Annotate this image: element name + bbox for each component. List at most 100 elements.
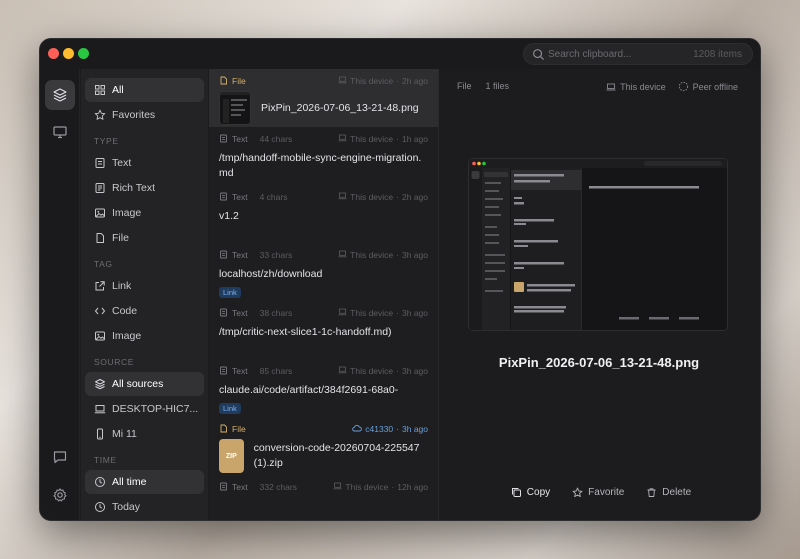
layers-icon [94, 378, 106, 390]
sidebar-item-label: Mi 11 [112, 428, 137, 440]
code-icon [94, 305, 106, 317]
minimize-window-button[interactable] [63, 48, 74, 59]
item-kind: File [219, 76, 246, 87]
detail-kind: File [457, 81, 472, 91]
list-item[interactable]: Text 38 chars This device · 3h ago/tmp/criti… [209, 301, 438, 359]
sidebar-item-all-time[interactable]: All time [85, 470, 204, 494]
item-kind-label: Text [232, 192, 248, 202]
item-meta: Text 85 chars This device · 3h ago [219, 365, 428, 377]
detail-pane: File 1 files This device Peer offline Pi… [440, 69, 760, 520]
file-icon [94, 232, 106, 244]
sidebar-item-all[interactable]: All [85, 78, 204, 102]
item-kind-label: File [232, 424, 246, 434]
laptop-icon [606, 83, 616, 90]
item-dot: · [396, 192, 399, 202]
item-length: 33 chars [259, 250, 293, 260]
item-kind-label: Text [232, 482, 248, 492]
detail-status: This device Peer offline [606, 81, 738, 92]
search-icon [533, 49, 545, 61]
phone-icon [94, 428, 106, 440]
image-thumbnail [219, 91, 251, 125]
sidebar-item-file[interactable]: File [85, 226, 204, 250]
item-text: v1.2 [219, 210, 239, 222]
item-kind-label: File [232, 76, 246, 86]
close-window-button[interactable] [48, 48, 59, 59]
item-source-label: This device [350, 308, 394, 318]
rail-chat-button[interactable] [45, 442, 75, 472]
text-doc-icon [219, 134, 228, 145]
detail-count: 1 files [485, 81, 510, 91]
rail-devices-button[interactable] [45, 117, 75, 147]
sidebar-item-label: All [112, 84, 124, 96]
sidebar-item-desktop-hic7[interactable]: DESKTOP-HIC7... [85, 397, 204, 421]
favorite-button[interactable]: Favorite [572, 487, 624, 498]
item-source: This device · 3h ago [338, 366, 428, 376]
item-time: 2h ago [402, 76, 428, 86]
search-field[interactable]: Search clipboard... 1208 items [523, 43, 753, 65]
sidebar-item-code[interactable]: Code [85, 299, 204, 323]
list-item[interactable]: Text 332 chars This device · 12h ago [209, 475, 438, 520]
sidebar-item-label: Favorites [112, 109, 156, 121]
sidebar-item-image[interactable]: Image [85, 201, 204, 225]
text-doc-icon [219, 482, 228, 493]
rail-settings-button[interactable] [45, 480, 75, 510]
item-source: This device · 12h ago [333, 482, 428, 492]
sidebar-item-link[interactable]: Link [85, 274, 204, 298]
text-doc-icon [94, 157, 106, 169]
peer-offline-icon [678, 81, 688, 92]
sidebar-item-all-sources[interactable]: All sources [85, 372, 204, 396]
detail-actions: Copy Favorite Delete [440, 487, 760, 498]
cloud-icon [352, 424, 363, 434]
item-source: This device · 1h ago [338, 134, 428, 144]
list-item[interactable]: Text 44 chars This device · 1h ago/tmp/hando… [209, 127, 438, 185]
sidebar-item-rich-text[interactable]: Rich Text [85, 176, 204, 200]
item-length: 44 chars [259, 134, 293, 144]
item-count: 1208 items [693, 49, 742, 60]
zoom-window-button[interactable] [78, 48, 89, 59]
copy-button[interactable]: Copy [511, 487, 550, 498]
sidebar-item-text[interactable]: Text [85, 151, 204, 175]
list-item[interactable]: Text 85 chars This device · 3h ago claude.ai/… [209, 359, 438, 417]
zip-file-icon: ZIP [219, 439, 244, 473]
clip-list: File This device · 2h ago PixPin_2026-07-06_… [209, 69, 439, 520]
list-item[interactable]: Text 33 chars This device · 3h ago localhost/… [209, 243, 438, 301]
list-item[interactable]: File c41330 · 3h ago ZIP conversion-code-2026… [209, 417, 438, 475]
rail-clipboard-button[interactable] [45, 80, 75, 110]
rich-text-icon [94, 182, 106, 194]
sidebar-item-today[interactable]: Today [85, 495, 204, 519]
text-doc-icon [219, 366, 228, 377]
chat-icon [53, 451, 67, 464]
item-source-label: This device [350, 366, 394, 376]
list-item[interactable]: File This device · 2h ago PixPin_2026-07-06_… [209, 69, 438, 127]
item-meta: Text 38 chars This device · 3h ago [219, 307, 428, 319]
laptop-icon [94, 403, 106, 415]
laptop-icon [338, 192, 347, 202]
icon-rail [40, 69, 80, 520]
preview-title: PixPin_2026-07-06_13-21-48.png [498, 355, 700, 370]
laptop-icon [338, 250, 347, 260]
external-link-icon [94, 280, 106, 292]
sidebar-item-image[interactable]: Image [85, 324, 204, 348]
item-content: PixPin_2026-07-06_13-21-48.png [219, 91, 428, 125]
image-preview[interactable] [468, 158, 728, 331]
copy-label: Copy [526, 487, 551, 498]
list-item[interactable]: Text 4 chars This device · 2h ago v1.2 [209, 185, 438, 243]
section-heading: TIME [94, 455, 117, 465]
item-source: This device · 2h ago [338, 192, 428, 202]
laptop-icon [333, 482, 342, 492]
item-time: 3h ago [402, 424, 428, 434]
clock-icon [94, 476, 106, 488]
item-kind: Text [219, 250, 248, 261]
item-source-label: c41330 [365, 424, 394, 434]
sidebar-item-mi-11[interactable]: Mi 11 [85, 422, 204, 446]
delete-button[interactable]: Delete [646, 487, 691, 498]
sidebar-item-favorites[interactable]: Favorites [85, 103, 204, 127]
text-doc-icon [219, 250, 228, 261]
item-meta: Text 44 chars This device · 1h ago [219, 133, 428, 145]
sidebar-item-label: Rich Text [112, 182, 155, 194]
copy-icon [511, 488, 521, 497]
laptop-icon [338, 366, 347, 376]
item-time: 1h ago [402, 134, 428, 144]
image-icon [94, 207, 106, 219]
gear-icon [53, 488, 67, 502]
